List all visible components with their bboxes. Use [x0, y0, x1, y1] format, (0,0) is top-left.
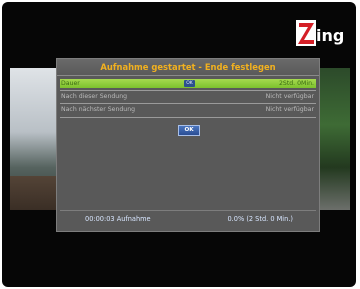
ok-chip-icon: OK — [184, 80, 195, 87]
recording-elapsed: 00:00:03 Aufnahme — [85, 215, 151, 223]
ok-button[interactable]: OK — [178, 125, 200, 136]
option-after-this-show[interactable]: Nach dieser Sendung Nicht verfügbar — [60, 92, 316, 101]
option-after-this-show-value: Nicht verfügbar — [265, 93, 314, 100]
option-after-this-show-label: Nach dieser Sendung — [61, 93, 128, 100]
status-divider — [60, 210, 316, 211]
row-divider — [60, 103, 316, 104]
option-after-next-show-value: Nicht verfügbar — [265, 106, 314, 113]
row-divider — [60, 90, 316, 91]
background-road — [10, 176, 58, 210]
zing-logo: ing — [296, 20, 344, 46]
option-after-next-show-label: Nach nächster Sendung — [61, 106, 136, 113]
option-duration[interactable]: Dauer OK 2Std. 0Min. — [60, 79, 316, 88]
row-divider — [60, 117, 316, 118]
option-duration-label: Dauer — [61, 80, 80, 87]
svg-text:ing: ing — [316, 26, 344, 45]
option-after-next-show[interactable]: Nach nächster Sendung Nicht verfügbar — [60, 105, 316, 114]
dialog-title: Aufnahme gestartet - Ende festlegen — [57, 59, 319, 76]
tv-screen: ing Aufnahme gestartet - Ende festlegen … — [2, 2, 356, 287]
background-video-left — [10, 68, 58, 210]
option-duration-value: 2Std. 0Min. — [278, 80, 314, 87]
recording-dialog: Aufnahme gestartet - Ende festlegen Daue… — [56, 58, 320, 232]
recording-progress: 0.0% (2 Std. 0 Min.) — [227, 215, 293, 223]
